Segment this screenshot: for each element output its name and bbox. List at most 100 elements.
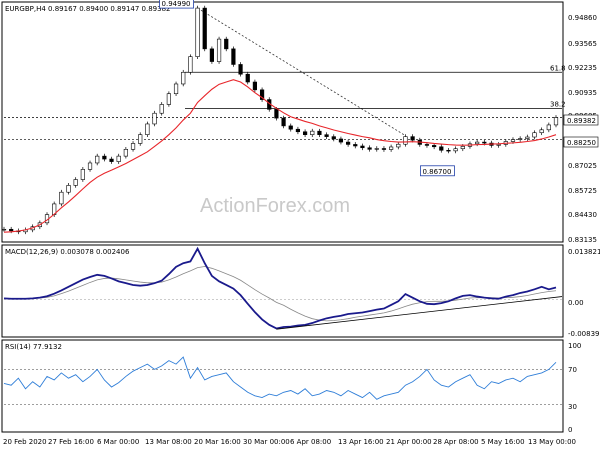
candle-body (324, 134, 329, 137)
price-marker-label: 0.89382 (567, 117, 596, 125)
candle-body (381, 148, 387, 150)
x-tick: 28 Apr 08:00 (433, 438, 479, 446)
candle-body (202, 7, 207, 50)
candle-body (389, 146, 394, 150)
candle-body (159, 104, 164, 114)
rsi-tick: 70 (568, 366, 577, 374)
macd-tick: -0.008397 (568, 330, 600, 338)
rsi-tick: 0 (568, 426, 572, 434)
chart-svg: ActionForex.com EURGBP,H4 0.89167 0.8940… (1, 0, 600, 446)
candle-body (410, 136, 415, 141)
candle-body (446, 149, 451, 152)
candle-body (396, 143, 401, 148)
x-tick: 20 Feb 2020 (3, 438, 47, 446)
annotation-label: 0.86700 (422, 168, 451, 176)
candle-body (123, 149, 128, 157)
candle-body (9, 228, 14, 232)
price-tick: 0.93565 (568, 40, 597, 48)
price-tick: 0.94860 (568, 14, 597, 22)
candle-body (66, 185, 71, 193)
x-tick: 13 May 00:00 (528, 438, 576, 446)
candle-body (231, 48, 236, 65)
candle-body (346, 141, 351, 145)
candle-body (274, 109, 279, 119)
price-tick: 0.83135 (568, 236, 597, 244)
candle-body (216, 38, 222, 62)
level-label: 38.2 (550, 100, 566, 108)
candle-body (245, 73, 250, 83)
price-title: EURGBP,H4 0.89167 0.89400 0.89147 0.8938… (5, 5, 171, 13)
candle-body (224, 38, 229, 50)
x-tick: 6 Apr 08:00 (290, 438, 331, 446)
candle-body (209, 48, 214, 62)
candle-body (317, 130, 322, 135)
candle-body (87, 162, 93, 170)
candle-body (130, 143, 136, 150)
candle-body (173, 83, 179, 95)
x-axis: 20 Feb 2020 27 Feb 16:00 6 Mar 00:00 13 … (3, 438, 576, 446)
candle-body (353, 144, 358, 147)
candle-body (439, 146, 444, 151)
candle-body (152, 112, 157, 125)
candle-body (424, 144, 430, 146)
candle-body (518, 138, 523, 140)
candle-body (432, 145, 437, 148)
candle-body (546, 124, 551, 131)
candle-body (109, 158, 114, 162)
x-tick: 5 May 16:00 (481, 438, 525, 446)
candle-body (553, 117, 559, 126)
candle-body (453, 148, 458, 152)
candle-body (310, 130, 315, 135)
candle-body (73, 179, 78, 186)
candle-body (288, 125, 293, 130)
candle-body (302, 131, 308, 135)
candle-body (338, 138, 344, 143)
annotation-label: 0.94990 (162, 0, 191, 8)
x-tick: 6 Mar 00:00 (97, 438, 139, 446)
x-tick: 27 Feb 16:00 (48, 438, 94, 446)
candle-body (532, 132, 537, 138)
x-tick: 13 Apr 16:00 (338, 438, 384, 446)
price-axis: 0.94860 0.93565 0.92235 0.90935 0.89605 … (568, 14, 597, 244)
price-tick: 0.87025 (568, 162, 597, 170)
candle-body (281, 117, 286, 127)
candle-body (95, 155, 100, 164)
x-tick: 30 Mar 00:00 (243, 438, 290, 446)
candle-body (367, 147, 372, 150)
candle-body (59, 191, 64, 205)
macd-title: MACD(12,26,9) 0.003078 0.002406 (5, 248, 130, 256)
candle-body (1, 228, 7, 231)
price-marker: 0.89382 (563, 114, 599, 126)
candle-body (188, 56, 193, 73)
candle-body (539, 129, 544, 134)
price-tick: 0.85725 (568, 187, 597, 195)
level-label: 61.8 (550, 64, 566, 72)
x-tick: 13 Mar 08:00 (145, 438, 192, 446)
candle-body (195, 7, 200, 57)
candle-body (403, 136, 408, 145)
candle-body (475, 141, 480, 145)
candle-body (360, 145, 365, 149)
candle-body (525, 136, 530, 139)
candle-body (295, 128, 301, 133)
candle-body (252, 81, 258, 91)
x-tick: 20 Mar 16:00 (194, 438, 241, 446)
candle-body (496, 144, 501, 146)
price-tick: 0.84430 (568, 211, 597, 219)
macd-panel (1, 244, 564, 338)
candle-body (331, 136, 336, 140)
candle-body (460, 146, 465, 150)
price-tick: 0.92235 (568, 64, 597, 72)
candle-body (482, 141, 487, 144)
watermark: ActionForex.com (200, 195, 350, 217)
candle-body (510, 139, 516, 142)
candle-body (181, 71, 186, 85)
price-tick: 0.90935 (568, 89, 597, 97)
candle-body (374, 148, 379, 150)
candle-body (80, 169, 85, 180)
candle-body (102, 155, 107, 160)
rsi-title: RSI(14) 77.9132 (5, 343, 62, 351)
candle-body (138, 134, 143, 144)
rsi-tick: 100 (568, 342, 581, 350)
level-marker: 0.88250 (563, 136, 599, 148)
